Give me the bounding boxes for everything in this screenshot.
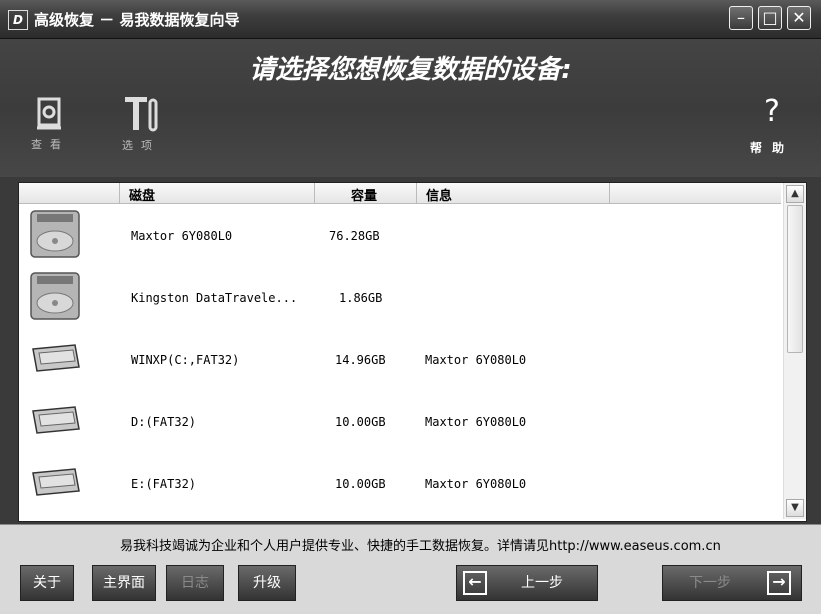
- table-row[interactable]: E:(FAT32) 10.00GB Maxtor 6Y080L0: [19, 453, 781, 515]
- about-button[interactable]: 关于: [20, 565, 74, 601]
- maximize-button[interactable]: □: [758, 6, 782, 30]
- partition-icon: [32, 344, 80, 372]
- table-row[interactable]: Maxtor 6Y080L0 76.28GB: [19, 205, 781, 267]
- window-title: 高级恢复 － 易我数据恢复向导: [34, 11, 240, 29]
- device-info: Maxtor 6Y080L0: [425, 415, 527, 429]
- app-logo-icon: D: [8, 10, 28, 30]
- footer: 易我科技竭诚为企业和个人用户提供专业、快捷的手工数据恢复。详情请见http://…: [0, 524, 821, 614]
- help-button[interactable]: ? 帮助: [742, 97, 802, 156]
- minimize-button[interactable]: –: [729, 6, 753, 30]
- options-button[interactable]: 选项: [116, 94, 166, 153]
- help-icon: ?: [764, 94, 780, 129]
- device-capacity: 76.28GB: [329, 229, 380, 243]
- table-row[interactable]: D:(FAT32) 10.00GB Maxtor 6Y080L0: [19, 391, 781, 453]
- hard-disk-icon: [30, 210, 80, 258]
- hard-disk-icon: [30, 272, 80, 320]
- column-header: 磁盘 容量 信息: [19, 183, 781, 204]
- device-name: Kingston DataTravele...: [131, 291, 298, 305]
- table-row[interactable]: WINXP(C:,FAT32) 14.96GB Maxtor 6Y080L0: [19, 329, 781, 391]
- upgrade-button[interactable]: 升级: [238, 565, 296, 601]
- tools-icon: [125, 97, 158, 132]
- main-menu-button[interactable]: 主界面: [92, 565, 156, 601]
- view-icon: [37, 97, 61, 130]
- scroll-thumb[interactable]: [787, 205, 803, 353]
- scroll-down-icon[interactable]: ▼: [786, 499, 804, 517]
- partition-icon: [32, 406, 80, 434]
- company-notice: 易我科技竭诚为企业和个人用户提供专业、快捷的手工数据恢复。详情请见http://…: [120, 539, 721, 554]
- device-name: E:(FAT32): [131, 477, 197, 491]
- column-capacity[interactable]: 容量: [351, 185, 377, 204]
- device-info: Maxtor 6Y080L0: [425, 477, 527, 491]
- device-name: WINXP(C:,FAT32): [131, 353, 240, 367]
- options-label: 选项: [122, 139, 160, 152]
- column-disk[interactable]: 磁盘: [129, 185, 155, 204]
- previous-step-button[interactable]: ← 上一步: [456, 565, 598, 601]
- device-capacity: 14.96GB: [335, 353, 386, 367]
- column-info[interactable]: 信息: [426, 185, 452, 204]
- device-name: Maxtor 6Y080L0: [131, 229, 233, 243]
- device-capacity: 10.00GB: [335, 477, 386, 491]
- device-name: D:(FAT32): [131, 415, 197, 429]
- view-label: 查看: [31, 138, 69, 151]
- log-button[interactable]: 日志: [166, 565, 224, 601]
- vertical-scrollbar[interactable]: ▲ ▼: [783, 183, 806, 519]
- help-label: 帮助: [749, 141, 794, 155]
- left-arrow-icon: ←: [463, 571, 487, 595]
- device-capacity: 10.00GB: [335, 415, 386, 429]
- next-step-button[interactable]: 下一步 →: [662, 565, 802, 601]
- page-title: 请选择您想恢复数据的设备:: [249, 55, 572, 85]
- device-info: Maxtor 6Y080L0: [425, 353, 527, 367]
- right-arrow-icon: →: [767, 571, 791, 595]
- next-step-label: 下一步: [689, 575, 731, 591]
- previous-step-label: 上一步: [521, 575, 563, 591]
- view-button[interactable]: 查看: [30, 97, 70, 152]
- table-row[interactable]: Kingston DataTravele... 1.86GB: [19, 267, 781, 329]
- scroll-up-icon[interactable]: ▲: [786, 185, 804, 203]
- device-capacity: 1.86GB: [339, 291, 383, 305]
- partition-icon: [32, 468, 80, 496]
- device-list[interactable]: 磁盘 容量 信息 Maxtor 6Y080L0 76.28GB Kingston…: [18, 182, 807, 522]
- title-bar[interactable]: D 高级恢复 － 易我数据恢复向导 – □ ✕: [0, 0, 821, 39]
- header-banner: 请选择您想恢复数据的设备: 查看 选项 ? 帮助: [0, 39, 821, 177]
- close-button[interactable]: ✕: [787, 6, 811, 30]
